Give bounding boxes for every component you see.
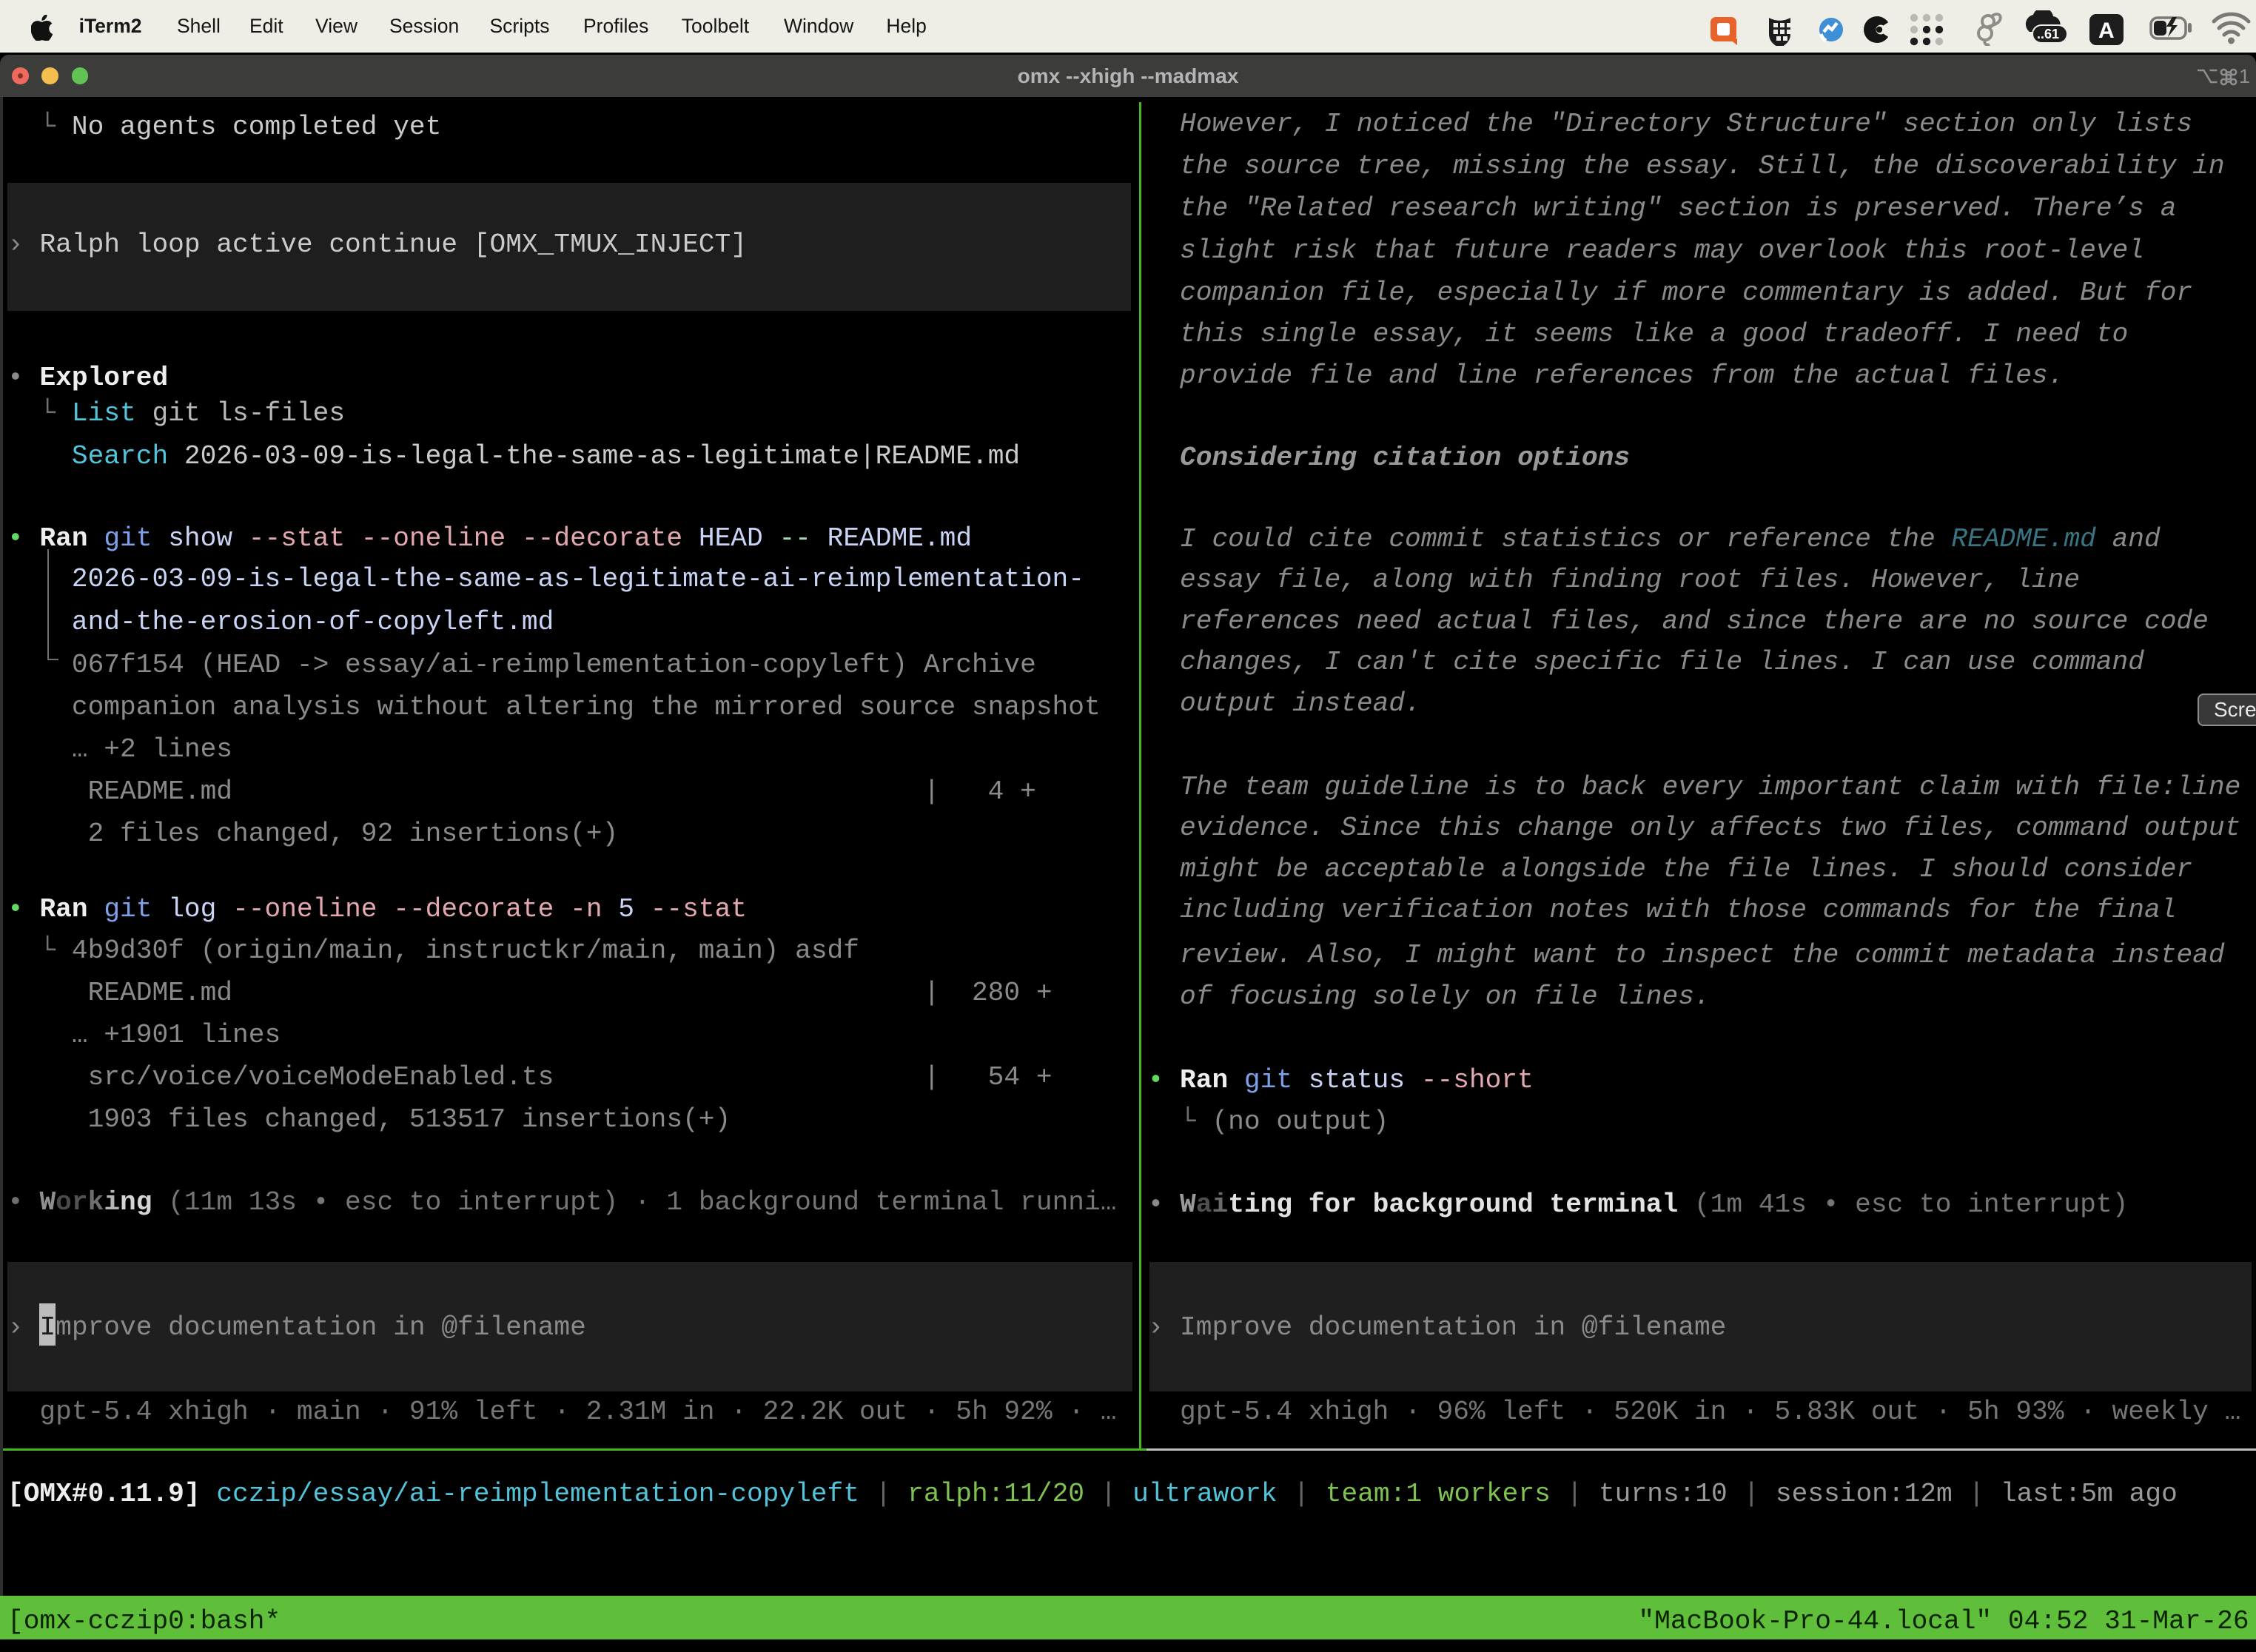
svg-text:..61: ..61 [2037, 27, 2059, 41]
svg-text:1: 1 [2239, 65, 2250, 87]
svg-text:A: A [2098, 19, 2115, 43]
